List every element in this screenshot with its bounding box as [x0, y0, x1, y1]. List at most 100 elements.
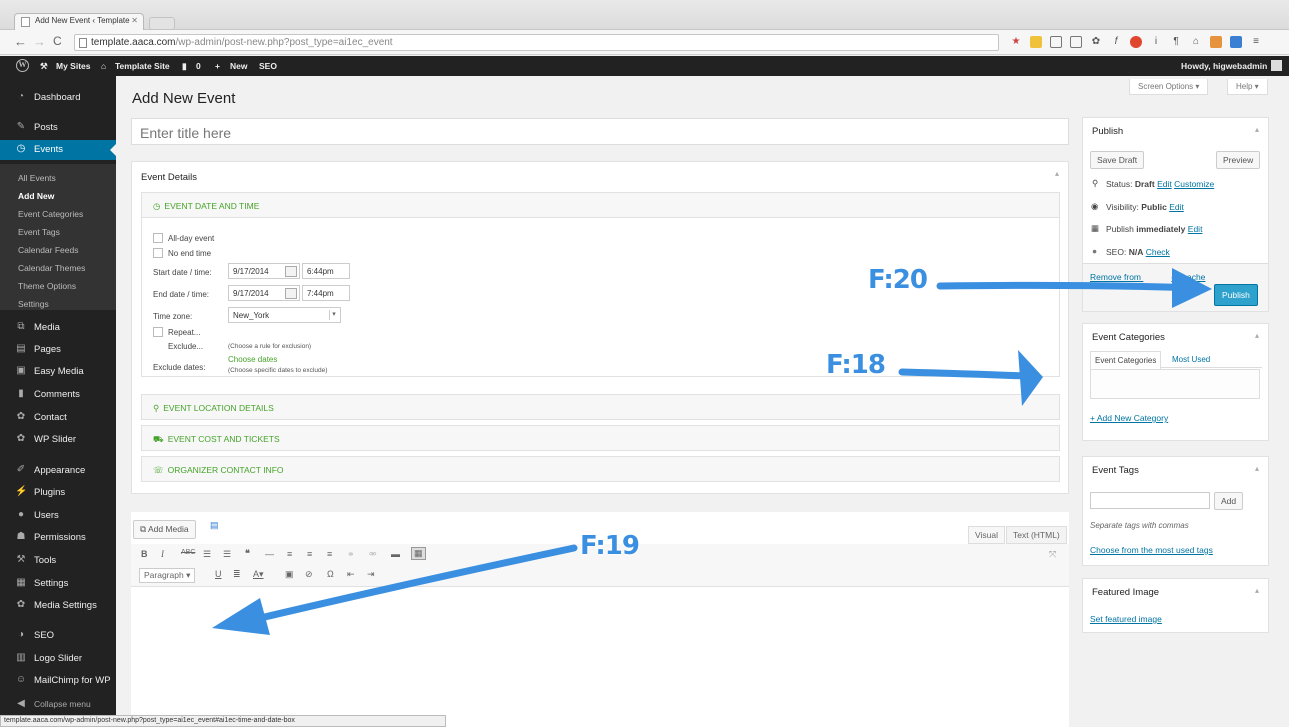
howdy-user[interactable]: Howdy, higwebadmin [1181, 61, 1267, 71]
title-input[interactable]: Enter title here [131, 118, 1069, 145]
new-content-link[interactable]: New [230, 61, 247, 71]
close-icon[interactable]: ✕ [131, 16, 138, 25]
add-tag-button[interactable]: Add [1214, 492, 1244, 510]
calendar-icon[interactable] [285, 288, 297, 299]
extension-icon[interactable]: ⌂ [1190, 36, 1202, 48]
align-center-icon[interactable]: ≡ [307, 549, 312, 559]
event-date-time-section[interactable]: ◷ EVENT DATE AND TIME [141, 192, 1060, 218]
repeat-checkbox[interactable] [153, 327, 163, 337]
indent-icon[interactable]: ⇥ [367, 569, 375, 580]
sidebar-item-dashboard[interactable]: ◔ Dashboard [0, 88, 116, 108]
sidebar-item-appearance[interactable]: ✐ Appearance [0, 461, 116, 481]
submenu-item-event-categories[interactable]: Event Categories [18, 209, 83, 219]
remove-cache-link[interactable]: Remove from ce cache [1090, 272, 1205, 282]
bookmark-star-icon[interactable]: ★ [1010, 36, 1022, 48]
extension-icon[interactable]: f [1110, 36, 1122, 48]
bold-icon[interactable]: B [141, 549, 148, 559]
publish-button[interactable]: Publish [1214, 284, 1258, 306]
collapse-caret-icon[interactable]: ▴ [1255, 331, 1259, 340]
format-select[interactable]: Paragraph ▾ [139, 568, 196, 583]
tab-most-used[interactable]: Most Used [1172, 355, 1210, 364]
customize-link[interactable]: Customize [1174, 179, 1214, 189]
extension-icon[interactable]: ¶ [1170, 36, 1182, 48]
calendar-icon[interactable] [285, 266, 297, 277]
category-checklist[interactable] [1090, 369, 1260, 399]
submenu-item-add-new[interactable]: Add New [18, 191, 54, 201]
submenu-item-theme-options[interactable]: Theme Options [18, 281, 76, 291]
gear-icon[interactable]: ✿ [1090, 36, 1102, 48]
edit-status-link[interactable]: Edit [1157, 179, 1172, 189]
collapse-caret-icon[interactable]: ▴ [1255, 464, 1259, 473]
sidebar-item-tools[interactable]: ⚒ Tools [0, 551, 116, 571]
address-bar[interactable]: template.aaca.com/wp-admin/post-new.php?… [74, 34, 999, 51]
start-time-input[interactable]: 6:44pm [302, 263, 350, 279]
extension-icon[interactable] [1070, 36, 1082, 48]
extension-icon[interactable] [1030, 36, 1042, 48]
event-cost-section[interactable]: ⛟ EVENT COST AND TICKETS [141, 425, 1060, 451]
sidebar-item-media[interactable]: ⧉ Media [0, 318, 116, 338]
toolbar-toggle-icon[interactable]: ▦ [411, 547, 426, 560]
submenu-item-settings[interactable]: Settings [18, 299, 49, 309]
choose-dates-link[interactable]: Choose dates [228, 355, 277, 364]
forward-arrow-icon[interactable]: → [33, 34, 46, 49]
clear-format-icon[interactable]: ⊘ [305, 569, 313, 580]
back-arrow-icon[interactable]: ← [14, 34, 27, 49]
text-html-tab[interactable]: Text (HTML) [1006, 526, 1067, 544]
preview-button[interactable]: Preview [1216, 151, 1261, 169]
justify-icon[interactable]: ≣ [233, 569, 241, 580]
sidebar-item-posts[interactable]: ✎ Posts [0, 118, 116, 138]
unlink-icon[interactable]: ⚮ [369, 549, 377, 560]
sidebar-item-logo-slider[interactable]: ▥ Logo Slider [0, 649, 116, 669]
extension-icon[interactable] [1230, 36, 1242, 48]
help-button[interactable]: Help ▾ [1227, 79, 1268, 95]
strikethrough-icon[interactable]: ABC [181, 549, 195, 556]
set-featured-image-link[interactable]: Set featured image [1090, 614, 1162, 624]
collapse-caret-icon[interactable]: ▴ [1255, 125, 1259, 134]
site-name-link[interactable]: Template Site [115, 61, 170, 71]
event-location-section[interactable]: ⚲ EVENT LOCATION DETAILS [141, 394, 1060, 420]
end-time-input[interactable]: 7:44pm [302, 285, 350, 301]
special-character-icon[interactable]: Ω [327, 569, 334, 579]
extension-icon[interactable] [1130, 36, 1142, 48]
sidebar-item-media-settings[interactable]: ✿ Media Settings [0, 596, 116, 616]
reload-icon[interactable]: C [53, 34, 62, 48]
tab-event-categories[interactable]: Event Categories [1090, 351, 1162, 369]
menu-icon[interactable]: ≡ [1250, 36, 1262, 48]
sidebar-item-wp-slider[interactable]: ✿ WP Slider [0, 430, 116, 450]
organizer-contact-section[interactable]: ☏ ORGANIZER CONTACT INFO [141, 456, 1060, 482]
form-icon[interactable]: ▤ [210, 520, 219, 531]
horizontal-line-icon[interactable]: — [265, 549, 274, 559]
fullscreen-icon[interactable]: ⤧ [1049, 549, 1056, 560]
edit-publish-date-link[interactable]: Edit [1188, 224, 1203, 234]
sidebar-item-seo[interactable]: ◑ SEO [0, 626, 116, 646]
numbered-list-icon[interactable]: ☰ [223, 549, 231, 560]
choose-most-used-tags-link[interactable]: Choose from the most used tags [1090, 545, 1213, 555]
extension-icon[interactable] [1050, 36, 1062, 48]
sidebar-item-pages[interactable]: ▤ Pages [0, 340, 116, 360]
avatar[interactable] [1271, 60, 1282, 71]
visual-tab[interactable]: Visual [968, 526, 1005, 544]
timezone-select[interactable]: New_York ▾ [228, 307, 341, 323]
link-icon[interactable]: ⚭ [347, 549, 355, 560]
my-sites-link[interactable]: My Sites [56, 61, 91, 71]
sidebar-item-permissions[interactable]: ☗ Permissions [0, 528, 116, 548]
collapse-caret-icon[interactable]: ▴ [1055, 169, 1059, 178]
bullet-list-icon[interactable]: ☰ [203, 549, 211, 560]
submenu-item-all-events[interactable]: All Events [18, 173, 56, 183]
sidebar-item-easy-media[interactable]: ▣ Easy Media [0, 362, 116, 382]
save-draft-button[interactable]: Save Draft [1090, 151, 1145, 169]
tag-input[interactable] [1090, 492, 1210, 509]
read-more-icon[interactable]: ▬ [391, 549, 400, 559]
text-color-icon[interactable]: A▾ [253, 569, 264, 580]
sidebar-item-users[interactable]: ● Users [0, 506, 116, 526]
extension-icon[interactable]: i [1150, 36, 1162, 48]
edit-visibility-link[interactable]: Edit [1169, 202, 1184, 212]
collapse-caret-icon[interactable]: ▴ [1255, 586, 1259, 595]
underline-icon[interactable]: U [215, 569, 222, 579]
seo-check-link[interactable]: Check [1146, 247, 1170, 257]
sidebar-item-comments[interactable]: ▮ Comments [0, 385, 116, 405]
comments-count[interactable]: 0 [196, 61, 201, 71]
align-left-icon[interactable]: ≡ [287, 549, 292, 559]
sidebar-item-settings[interactable]: ▦ Settings [0, 574, 116, 594]
align-right-icon[interactable]: ≡ [327, 549, 332, 559]
